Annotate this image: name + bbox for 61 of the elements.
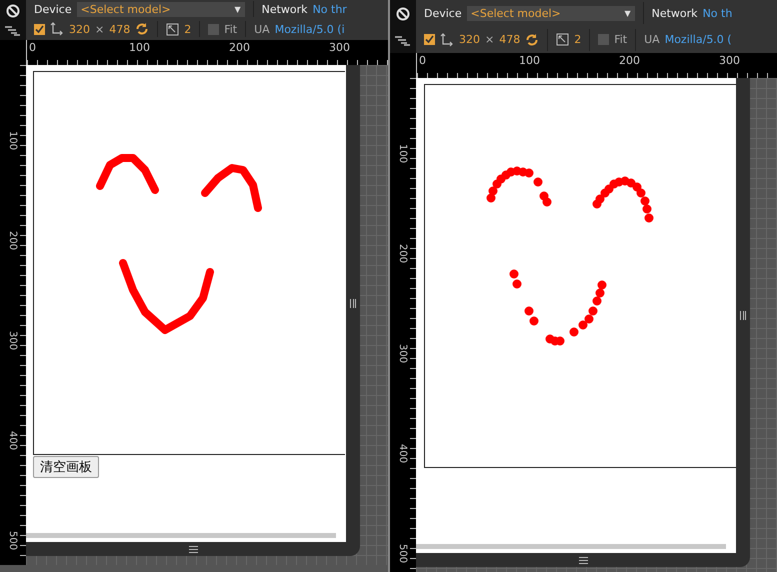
fit-checkbox[interactable] xyxy=(208,24,220,34)
network-value[interactable]: No th xyxy=(702,6,732,20)
no-entry-icon[interactable] xyxy=(396,7,410,22)
ruler-label: 300 xyxy=(329,41,350,54)
ruler-label: 200 xyxy=(397,244,408,266)
width-value[interactable]: 320 xyxy=(69,22,90,36)
ruler-label: 100 xyxy=(397,144,408,166)
network-label: Network xyxy=(262,2,308,16)
device-label: Device xyxy=(34,2,72,16)
caret-icon: ▼ xyxy=(624,8,631,18)
ruler-label: 200 xyxy=(619,54,640,67)
user-agent-value[interactable]: Mozilla/5.0 (i xyxy=(274,22,345,36)
user-agent-value[interactable]: Mozilla/5.0 ( xyxy=(664,33,732,46)
ruler-label: 100 xyxy=(519,54,540,67)
times-sign: × xyxy=(485,33,494,46)
ruler-label: 300 xyxy=(397,344,408,366)
fit-label: Fit xyxy=(224,22,238,36)
checkbox[interactable] xyxy=(34,24,45,34)
width-value[interactable]: 320 xyxy=(459,33,480,46)
lines-icon[interactable] xyxy=(5,26,21,36)
scale-value[interactable]: 2 xyxy=(184,22,192,36)
network-label: Network xyxy=(652,6,698,20)
resize-handle-icon[interactable] xyxy=(350,299,356,308)
height-value[interactable]: 478 xyxy=(109,22,130,36)
ruler-label: 0 xyxy=(419,54,426,67)
ruler-label: 100 xyxy=(129,41,150,54)
scale-value[interactable]: 2 xyxy=(574,33,582,46)
times-sign: × xyxy=(95,22,104,36)
ruler-label: 200 xyxy=(7,231,18,252)
resize-arrows-icon xyxy=(440,32,454,47)
resize-handle-icon[interactable] xyxy=(740,311,746,320)
ruler-label: 100 xyxy=(7,131,18,152)
ruler-label: 200 xyxy=(229,41,250,54)
fit-label: Fit xyxy=(614,33,628,46)
model-select[interactable]: <Select model> ▼ xyxy=(76,2,245,16)
scale-icon xyxy=(556,33,570,46)
ruler-label: 500 xyxy=(7,531,18,552)
caret-icon: ▼ xyxy=(234,4,241,14)
fit-checkbox[interactable] xyxy=(598,34,610,46)
device-label: Device xyxy=(424,6,462,20)
resize-arrows-icon xyxy=(50,22,64,36)
height-value[interactable]: 478 xyxy=(499,33,520,46)
ruler-label: 300 xyxy=(719,54,740,67)
ua-label: UA xyxy=(254,22,270,36)
ruler-label: 400 xyxy=(7,431,18,452)
lines-icon[interactable] xyxy=(395,36,411,46)
rotate-icon[interactable] xyxy=(135,22,150,36)
ruler-label: 0 xyxy=(29,41,36,54)
network-value[interactable]: No thr xyxy=(312,2,347,16)
ruler-label: 400 xyxy=(397,444,408,466)
ruler-label: 300 xyxy=(7,331,18,352)
rotate-icon[interactable] xyxy=(525,32,540,47)
scrollbar[interactable] xyxy=(416,544,726,549)
scale-icon xyxy=(166,22,180,36)
no-entry-icon[interactable] xyxy=(6,4,20,18)
model-select[interactable]: <Select model> ▼ xyxy=(466,6,635,21)
checkbox[interactable] xyxy=(424,34,435,46)
ua-label: UA xyxy=(644,33,660,46)
ruler-label: 500 xyxy=(397,544,408,566)
scrollbar[interactable] xyxy=(26,533,336,538)
clear-canvas-button[interactable]: 清空画板 xyxy=(33,456,99,478)
